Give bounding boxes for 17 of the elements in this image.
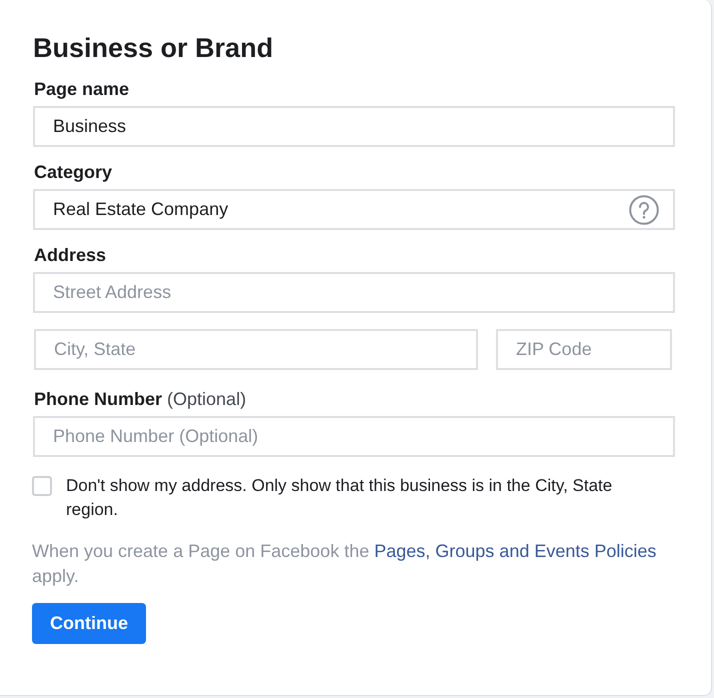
form-title: Business or Brand — [33, 32, 274, 65]
input-field[interactable]: City, State — [34, 329, 478, 370]
input-field[interactable]: Street Address — [33, 272, 675, 313]
field-label: Address — [34, 245, 108, 265]
help-icon[interactable] — [629, 194, 659, 224]
input-field[interactable]: Real Estate Company — [33, 189, 675, 230]
policy-text: When you create a Page on Facebook the Pages, Groups and Events Policies apply. — [32, 540, 658, 588]
input-field[interactable]: ZIP Code — [496, 329, 672, 370]
checkbox-label: Don't show my address. Only show that this business is in the City, State region. — [66, 475, 614, 521]
input-field[interactable]: Phone Number (Optional) — [33, 416, 675, 457]
field-label: Category — [34, 162, 114, 182]
checkbox[interactable] — [32, 476, 52, 496]
continue-button[interactable]: Continue — [32, 603, 146, 644]
field-label: Phone Number (Optional) — [34, 389, 248, 409]
input-field[interactable]: Business — [33, 106, 675, 147]
policy-link[interactable]: Pages, Groups and Events Policies — [374, 541, 656, 561]
field-label: Page name — [34, 79, 130, 99]
